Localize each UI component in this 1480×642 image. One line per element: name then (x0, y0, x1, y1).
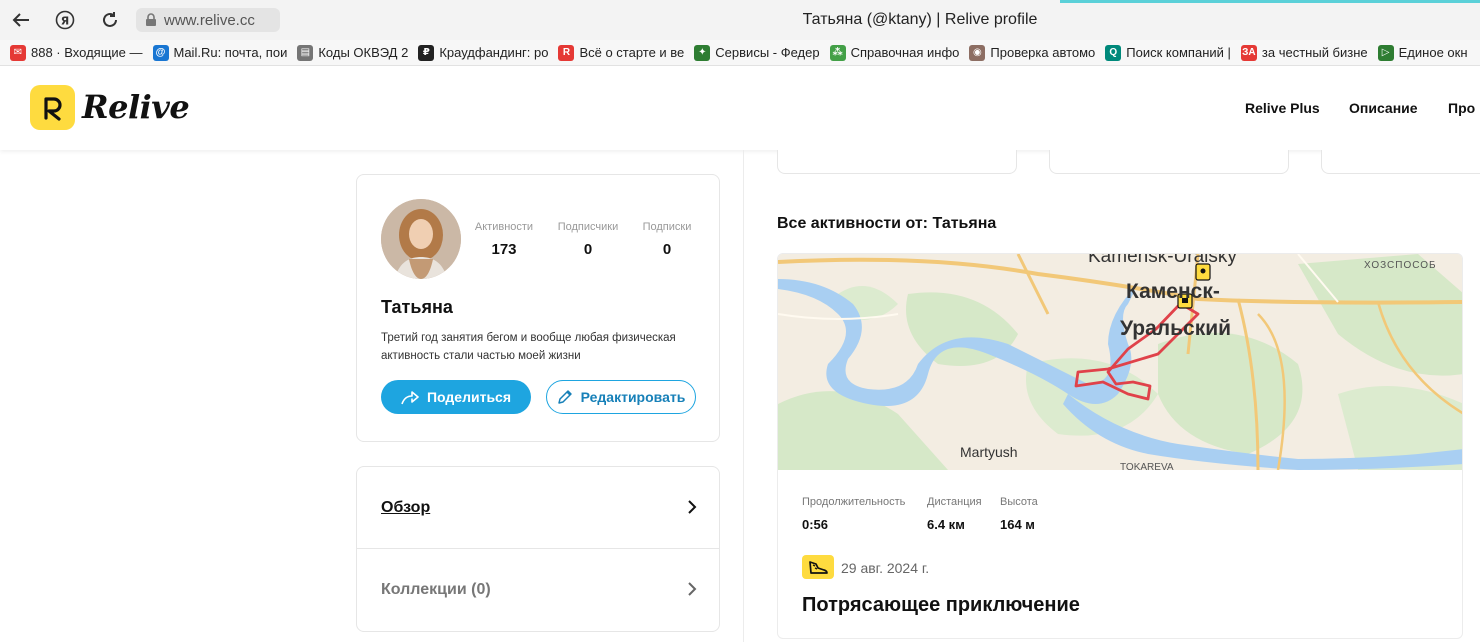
metric-distance: Дистанция 6.4 км (927, 496, 982, 532)
bookmark-item[interactable]: ✉ 888 · Входящие — (10, 44, 143, 61)
map-label-city-latin: Kamensk-Uralsky (1088, 254, 1237, 267)
pencil-icon (557, 390, 572, 404)
map-label-city-line1: Каменск- (1126, 280, 1220, 303)
yandex-icon[interactable]: Я (54, 9, 76, 31)
browser-toolbar: Я www.relive.cc Татьяна (@ktany) | Reliv… (0, 0, 1480, 40)
bookmark-item[interactable]: ▤ Коды ОКВЭД 2 (297, 44, 409, 61)
menu-item-collections[interactable]: Коллекции (0) (357, 549, 719, 631)
svg-text:Я: Я (61, 15, 69, 28)
profile-card: Активности 173 Подписчики 0 Подписки 0 Т… (356, 174, 720, 442)
summary-card-stub (777, 150, 1017, 174)
bookmark-favicon-icon: ⁂ (829, 44, 846, 61)
stat-following[interactable]: Подписки 0 (622, 221, 712, 258)
map-label-village: Martyush (960, 444, 1018, 460)
relive-logo-wordmark[interactable]: Relive (82, 88, 190, 126)
share-button[interactable]: Поделиться (381, 380, 531, 414)
bookmark-label: Поиск компаний | (1126, 45, 1231, 60)
bookmark-item[interactable]: ₽ Краудфандинг: ро (418, 44, 549, 61)
bookmark-label: Единое окн (1398, 45, 1468, 60)
activity-date: 29 авг. 2024 г. (841, 560, 930, 576)
lock-icon (146, 13, 156, 26)
map-label-city-line2: Уральский (1120, 317, 1231, 340)
bookmark-favicon-icon: ▤ (297, 44, 314, 61)
summary-card-stub (1321, 150, 1480, 174)
tab-title: Татьяна (@ktany) | Relive profile (802, 11, 1038, 28)
profile-name: Татьяна (381, 297, 453, 317)
running-shoe-icon (802, 555, 834, 579)
site-header: Relive Relive Plus Описание Про (0, 66, 1480, 150)
summary-card-stub (1049, 150, 1289, 174)
nav-relive-plus[interactable]: Relive Plus (1245, 100, 1320, 116)
bookmark-label: Проверка автомо (990, 45, 1096, 60)
toolbar-accent-line (1060, 0, 1480, 3)
bookmark-item[interactable]: Q Поиск компаний | (1105, 44, 1231, 61)
column-divider (743, 150, 744, 642)
bookmark-favicon-icon: ₽ (418, 44, 435, 61)
bookmark-item[interactable]: ▷ Единое окн (1377, 44, 1468, 61)
bookmark-item[interactable]: R Всё о старте и ве (558, 44, 685, 61)
nav-description[interactable]: Описание (1349, 100, 1418, 116)
metric-duration: Продолжительность 0:56 (802, 496, 906, 532)
metric-elevation: Высота 164 м (1000, 496, 1038, 532)
chevron-right-icon (688, 582, 697, 596)
bookmark-favicon-icon: ▷ (1377, 44, 1394, 61)
map-label-village: TOKAREVA (1120, 462, 1174, 470)
bookmark-favicon-icon: ✦ (694, 44, 711, 61)
chevron-right-icon (688, 500, 697, 514)
bookmark-label: Сервисы - Федер (715, 45, 820, 60)
stat-followers[interactable]: Подписчики 0 (543, 221, 633, 258)
bookmark-label: Справочная инфо (850, 45, 960, 60)
profile-menu: Обзор Коллекции (0) (356, 466, 720, 632)
url-text: www.relive.cc (164, 11, 255, 29)
bookmark-item[interactable]: ЗА за честный бизне (1240, 44, 1368, 61)
profile-bio: Третий год занятия бегом и вообще любая … (381, 332, 676, 362)
bookmarks-bar: ✉ 888 · Входящие — @ Mail.Ru: почта, пои ▤ Ко… (0, 40, 1480, 66)
bookmark-label: Всё о старте и ве (579, 45, 685, 60)
bookmark-favicon-icon: Q (1105, 44, 1122, 61)
relive-logo-icon[interactable] (30, 85, 75, 130)
edit-profile-button[interactable]: Редактировать (546, 380, 696, 414)
address-bar[interactable]: www.relive.cc (136, 8, 280, 32)
activity-card[interactable]: Kamensk-Uralsky Каменск- Уральский Marty… (777, 253, 1463, 639)
nav-about[interactable]: Про (1448, 100, 1475, 116)
bookmark-label: 888 · Входящие — (31, 45, 143, 60)
bookmark-item[interactable]: ⁂ Справочная инфо (829, 44, 960, 61)
bookmark-label: Mail.Ru: почта, пои (173, 45, 288, 60)
activities-section-title: Все активности от: Татьяна (777, 215, 997, 232)
bookmark-favicon-icon: ◉ (969, 44, 986, 61)
bookmark-item[interactable]: ✦ Сервисы - Федер (694, 44, 820, 61)
bookmark-favicon-icon: @ (152, 44, 169, 61)
menu-item-overview[interactable]: Обзор (357, 467, 719, 549)
share-icon (401, 391, 419, 405)
back-arrow-icon[interactable] (10, 9, 32, 31)
activity-map[interactable]: Kamensk-Uralsky Каменск- Уральский Marty… (778, 254, 1462, 473)
bookmark-item[interactable]: ◉ Проверка автомо (969, 44, 1096, 61)
activity-title[interactable]: Потрясающее приключение (802, 594, 1080, 617)
map-label-area: ХОЗСПОСОБ (1364, 260, 1437, 271)
bookmark-label: Краудфандинг: ро (439, 45, 549, 60)
avatar[interactable] (381, 199, 461, 279)
bookmark-item[interactable]: @ Mail.Ru: почта, пои (152, 44, 288, 61)
bookmark-label: за честный бизне (1261, 45, 1368, 60)
bookmark-favicon-icon: ✉ (10, 44, 26, 61)
reload-icon[interactable] (99, 9, 121, 31)
bookmark-favicon-icon: ЗА (1240, 44, 1257, 61)
bookmark-label: Коды ОКВЭД 2 (318, 45, 409, 60)
bookmark-favicon-icon: R (558, 44, 575, 61)
stat-activities[interactable]: Активности 173 (459, 221, 549, 258)
